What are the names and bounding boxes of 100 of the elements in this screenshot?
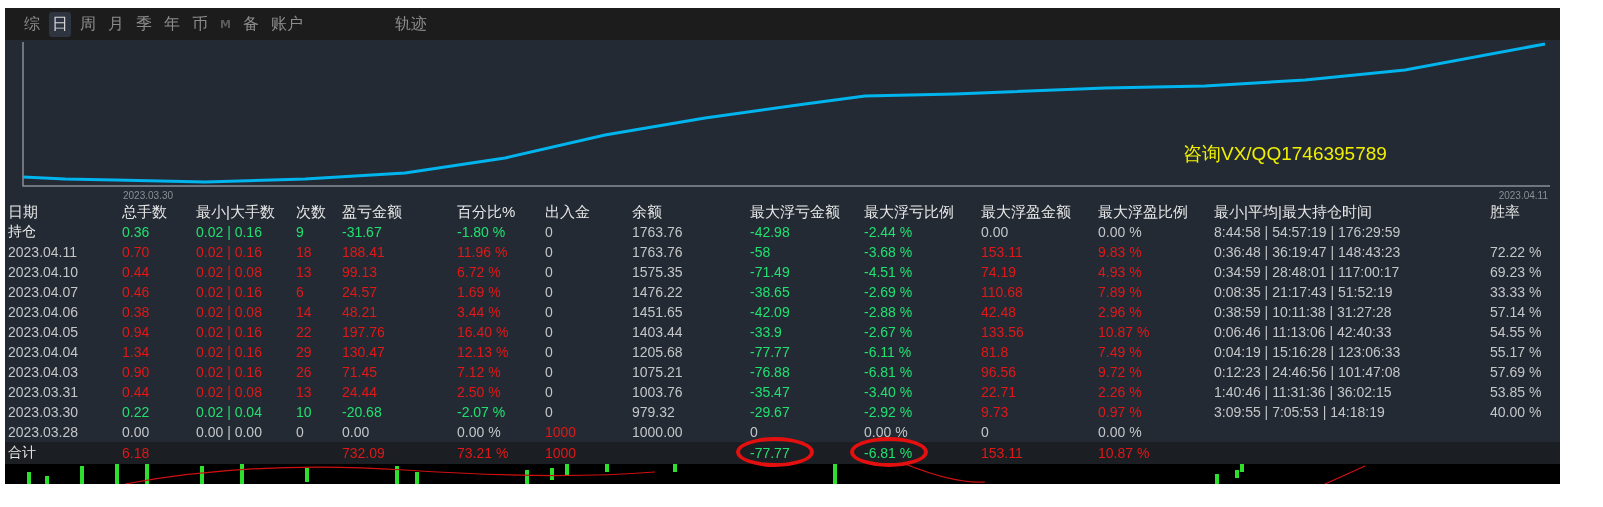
table-cell-text: 0.70 xyxy=(122,244,151,260)
period-tab[interactable]: 周 xyxy=(77,11,99,37)
column-header: 最小|大手数 xyxy=(196,202,276,222)
table-cell-text: 0:04:19 | 15:16:28 | 123:06:33 xyxy=(1214,344,1402,360)
table-cell-text: 7.12 % xyxy=(457,364,502,380)
table-cell-text: -42.09 xyxy=(750,304,791,320)
table-cell-text: -2.44 % xyxy=(864,224,914,240)
table-cell-text: 1075.21 xyxy=(632,364,684,380)
period-tab[interactable]: 季 xyxy=(133,11,155,37)
table-cell-text: 8:44:58 | 54:57:19 | 176:29:59 xyxy=(1214,224,1402,240)
table-cell-text: -71.49 xyxy=(750,264,791,280)
table-cell-text: 1451.65 xyxy=(632,304,684,320)
table-cell-text: 2023.04.04 xyxy=(8,344,80,360)
table-cell-text: 0.00 % xyxy=(1098,224,1143,240)
table-cell-text: 22 xyxy=(296,324,313,340)
table-cell-text: 0.46 xyxy=(122,284,151,300)
column-header: 盈亏金额 xyxy=(342,202,403,222)
table-cell-text: 0 xyxy=(545,384,554,400)
table-cell-text: 2.50 % xyxy=(457,384,502,400)
table-cell-text: 2.26 % xyxy=(1098,384,1143,400)
table-cell-text: 0.36 xyxy=(122,224,151,240)
table-cell-text: 3:09:55 | 7:05:53 | 14:18:19 xyxy=(1214,404,1386,420)
table-cell-text: 0.44 xyxy=(122,264,151,280)
table-cell-text: 0.02 | 0.16 xyxy=(196,344,263,360)
table-cell-text: 57.14 % xyxy=(1490,304,1543,320)
table-cell-text: 1205.68 xyxy=(632,344,684,360)
table-cell-text: 0.44 xyxy=(122,384,151,400)
period-tab[interactable]: 账户 xyxy=(267,11,306,37)
table-cell-text: 0.00 xyxy=(122,424,151,440)
table-cell-text: 2023.04.07 xyxy=(8,284,80,300)
total-cell: 732.09 xyxy=(342,445,385,461)
table-cell-text: -2.67 % xyxy=(864,324,914,340)
table-cell-text: 0 xyxy=(750,424,759,440)
table-cell-text: 53.85 % xyxy=(1490,384,1543,400)
table-cell-text: 0.02 | 0.16 xyxy=(196,364,263,380)
table-cell-text: 81.8 xyxy=(981,344,1010,360)
table-cell-text: -42.98 xyxy=(750,224,791,240)
table-cell-text: 0.02 | 0.08 xyxy=(196,264,263,280)
table-cell-text: 74.19 xyxy=(981,264,1018,280)
table-cell-text: -2.69 % xyxy=(864,284,914,300)
period-tab[interactable]: 年 xyxy=(161,11,183,37)
table-cell-text: 0 xyxy=(545,264,554,280)
table-cell-text: 16.40 % xyxy=(457,324,510,340)
table-cell-text: 0:06:46 | 11:13:06 | 42:40:33 xyxy=(1214,324,1393,340)
table-cell-text: 7.89 % xyxy=(1098,284,1143,300)
table-cell-text: 14 xyxy=(296,304,313,320)
table-cell-text: 2.96 % xyxy=(1098,304,1143,320)
table-cell-text: 188.41 xyxy=(342,244,386,260)
table-cell-text: 0.02 | 0.08 xyxy=(196,304,263,320)
table-cell-text: 0:08:35 | 21:17:43 | 51:52:19 xyxy=(1214,284,1394,300)
table-cell-text: 110.68 xyxy=(981,284,1024,300)
period-tab[interactable]: 备 xyxy=(239,11,262,37)
table-cell-text: -2.88 % xyxy=(864,304,914,320)
table-cell-text: 24.57 xyxy=(342,284,379,300)
table-cell-text: 12.13 % xyxy=(457,344,510,360)
table-cell-text: -29.67 xyxy=(750,404,791,420)
table-cell-text: -38.65 xyxy=(750,284,791,300)
table-cell-text: -20.68 xyxy=(342,404,383,420)
period-tab[interactable]: 月 xyxy=(105,11,127,37)
table-cell-text: 0 xyxy=(981,424,990,440)
total-cell: 153.11 xyxy=(981,445,1023,461)
total-cell: 10.87 % xyxy=(1098,445,1150,461)
table-cell-text: 10.87 % xyxy=(1098,324,1151,340)
table-cell-text: -76.88 xyxy=(750,364,791,380)
period-tab[interactable]: 日 xyxy=(49,11,71,37)
table-cell-text: -2.92 % xyxy=(864,404,914,420)
table-cell-text: 0 xyxy=(545,404,554,420)
column-header: 最大浮亏金额 xyxy=(750,202,841,222)
track-tab[interactable]: 轨迹 xyxy=(391,11,430,37)
table-cell-text: 69.23 % xyxy=(1490,264,1543,280)
table-cell-text: 29 xyxy=(296,344,313,360)
axis-date-label: 2023.04.11 xyxy=(1498,190,1548,201)
table-cell-text: 7.49 % xyxy=(1098,344,1143,360)
table-cell-text: 0.00 % xyxy=(457,424,502,440)
table-cell-text: 1003.76 xyxy=(632,384,684,400)
total-cell: 1000 xyxy=(545,445,577,461)
table-cell-text: 2023.04.06 xyxy=(8,304,80,320)
table-cell-text: 130.47 xyxy=(342,344,386,360)
table-cell-text: 1000 xyxy=(545,424,578,440)
period-tab[interactable]: 币 xyxy=(189,11,211,37)
table-cell-text: 71.45 xyxy=(342,364,379,380)
table-cell-text: 0:36:48 | 36:19:47 | 148:43:23 xyxy=(1214,244,1402,260)
table-cell-text: -6.81 % xyxy=(864,364,914,380)
contact-note: 咨询VX/QQ1746395789 xyxy=(1183,142,1387,166)
table-cell-text: -6.11 % xyxy=(864,344,913,360)
column-header: 日期 xyxy=(8,202,39,222)
total-cell: 73.21 % xyxy=(457,445,509,461)
table-cell-text: 1:40:46 | 11:31:36 | 36:02:15 xyxy=(1214,384,1393,400)
axis-date-label: 2023.03.30 xyxy=(123,190,174,201)
table-cell-text: 153.11 xyxy=(981,244,1024,260)
table-cell-text: 22.71 xyxy=(981,384,1018,400)
table-cell-text: 133.56 xyxy=(981,324,1025,340)
period-tab[interactable]: 综 xyxy=(21,11,43,37)
table-cell-text: -4.51 % xyxy=(864,264,914,280)
table-cell-text: 18 xyxy=(296,244,313,260)
table-cell-text: 0.97 % xyxy=(1098,404,1143,420)
table-cell-text: 2023.04.11 xyxy=(8,244,79,260)
table-cell-text: 0.02 | 0.16 xyxy=(196,244,263,260)
table-cell-text: -1.80 % xyxy=(457,224,507,240)
table-cell-text: 9.83 % xyxy=(1098,244,1143,260)
